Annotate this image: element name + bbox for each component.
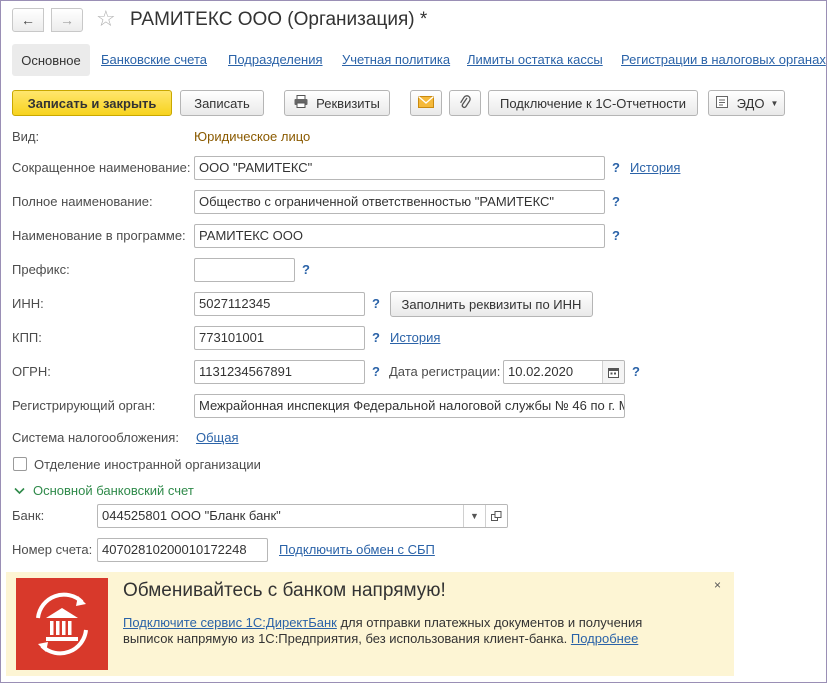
- ogrn-field[interactable]: 1131234567891: [194, 360, 365, 384]
- paperclip-icon: [459, 94, 471, 113]
- foreign-branch-label[interactable]: Отделение иностранной организации: [34, 457, 261, 473]
- edo-menu-button[interactable]: ЭДО ▼: [708, 90, 785, 116]
- help-icon[interactable]: ?: [612, 228, 620, 244]
- dropdown-arrow-icon[interactable]: ▼: [463, 505, 485, 527]
- bank-label: Банк:: [12, 508, 45, 523]
- directbank-promo-banner: Обменивайтесь с банком напрямую! Подключ…: [6, 572, 734, 676]
- close-icon[interactable]: ×: [714, 578, 721, 592]
- tab-label: Основное: [21, 52, 81, 68]
- bank-section-toggle[interactable]: Основной банковский счет: [14, 483, 194, 499]
- connect-1c-reporting-button[interactable]: Подключение к 1С-Отчетности: [488, 90, 698, 116]
- chevron-down-icon: [14, 483, 25, 499]
- fill-by-inn-button[interactable]: Заполнить реквизиты по ИНН: [390, 291, 593, 317]
- reg-organ-label: Регистрирующий орган:: [12, 398, 156, 413]
- help-icon[interactable]: ?: [372, 296, 380, 312]
- directbank-connect-link[interactable]: Подключите сервис 1С:ДиректБанк: [123, 615, 337, 630]
- reg-date-field[interactable]: 10.02.2020: [503, 360, 625, 384]
- help-icon[interactable]: ?: [372, 364, 380, 380]
- bank-select[interactable]: 044525801 ООО "Бланк банк" ▼: [97, 504, 508, 528]
- save-button[interactable]: Записать: [180, 90, 264, 116]
- account-label: Номер счета:: [12, 542, 93, 557]
- banner-more-link[interactable]: Подробнее: [571, 631, 638, 646]
- tax-system-label: Система налогообложения:: [12, 430, 179, 445]
- inn-label: ИНН:: [12, 296, 44, 311]
- program-name-field[interactable]: РАМИТЕКС ООО: [194, 224, 605, 248]
- attach-file-button[interactable]: [449, 90, 481, 116]
- send-email-button[interactable]: [410, 90, 442, 116]
- chevron-down-icon: ▼: [770, 98, 779, 108]
- requisites-button[interactable]: Реквизиты: [284, 90, 390, 116]
- banner-text: Подключите сервис 1С:ДиректБанк для отпр…: [123, 615, 683, 647]
- help-icon[interactable]: ?: [612, 160, 620, 176]
- bank-exchange-icon: [16, 578, 108, 670]
- envelope-icon: [418, 95, 434, 111]
- prefix-label: Префикс:: [12, 262, 70, 277]
- requisites-label: Реквизиты: [316, 95, 380, 111]
- reg-date-label: Дата регистрации:: [389, 364, 501, 379]
- tab-accounting-policy[interactable]: Учетная политика: [342, 52, 450, 68]
- reg-date-value: 10.02.2020: [508, 364, 574, 379]
- help-icon[interactable]: ?: [632, 364, 640, 380]
- back-button[interactable]: ←: [12, 8, 44, 32]
- page-title: РАМИТЕКС ООО (Организация) *: [130, 9, 428, 30]
- open-item-icon[interactable]: [485, 505, 507, 527]
- bank-section-title: Основной банковский счет: [33, 483, 194, 498]
- forward-button[interactable]: →: [51, 8, 83, 32]
- type-label: Вид:: [12, 129, 40, 144]
- type-value[interactable]: Юридическое лицо: [194, 129, 310, 145]
- kpp-field[interactable]: 773101001: [194, 326, 365, 350]
- tab-main[interactable]: Основное: [12, 44, 90, 76]
- tab-bank-accounts[interactable]: Банковские счета: [101, 52, 207, 68]
- tab-subdivisions[interactable]: Подразделения: [228, 52, 323, 68]
- arrow-left-icon: ←: [21, 12, 35, 28]
- account-field[interactable]: 40702810200010172248: [97, 538, 268, 562]
- calendar-icon[interactable]: [602, 361, 624, 383]
- star-icon[interactable]: ☆: [96, 7, 116, 31]
- tab-cash-limits[interactable]: Лимиты остатка кассы: [467, 52, 603, 68]
- ogrn-label: ОГРН:: [12, 364, 51, 379]
- banner-title: Обменивайтесь с банком напрямую!: [123, 580, 446, 601]
- help-icon[interactable]: ?: [302, 262, 310, 278]
- program-name-label: Наименование в программе:: [12, 228, 186, 243]
- full-name-label: Полное наименование:: [12, 194, 153, 209]
- sbp-connect-link[interactable]: Подключить обмен с СБП: [279, 542, 435, 558]
- edo-label: ЭДО: [736, 95, 765, 111]
- help-icon[interactable]: ?: [372, 330, 380, 346]
- prefix-field[interactable]: [194, 258, 295, 282]
- kpp-history-link[interactable]: История: [390, 330, 440, 346]
- help-icon[interactable]: ?: [612, 194, 620, 210]
- bank-value: 044525801 ООО "Бланк банк": [102, 508, 281, 523]
- reg-organ-field[interactable]: Межрайонная инспекция Федеральной налого…: [194, 394, 625, 418]
- full-name-field[interactable]: Общество с ограниченной ответственностью…: [194, 190, 605, 214]
- tab-tax-registrations[interactable]: Регистрации в налоговых органах: [621, 52, 826, 68]
- arrow-right-icon: →: [60, 12, 74, 28]
- kpp-label: КПП:: [12, 330, 42, 345]
- short-name-history-link[interactable]: История: [630, 160, 680, 176]
- tax-system-link[interactable]: Общая: [196, 430, 239, 446]
- edo-document-icon: [715, 95, 729, 112]
- foreign-branch-checkbox[interactable]: [13, 457, 27, 471]
- short-name-label: Сокращенное наименование:: [12, 160, 191, 175]
- short-name-field[interactable]: ООО "РАМИТЕКС": [194, 156, 605, 180]
- inn-field[interactable]: 5027112345: [194, 292, 365, 316]
- printer-icon: [294, 95, 308, 111]
- save-and-close-button[interactable]: Записать и закрыть: [12, 90, 172, 116]
